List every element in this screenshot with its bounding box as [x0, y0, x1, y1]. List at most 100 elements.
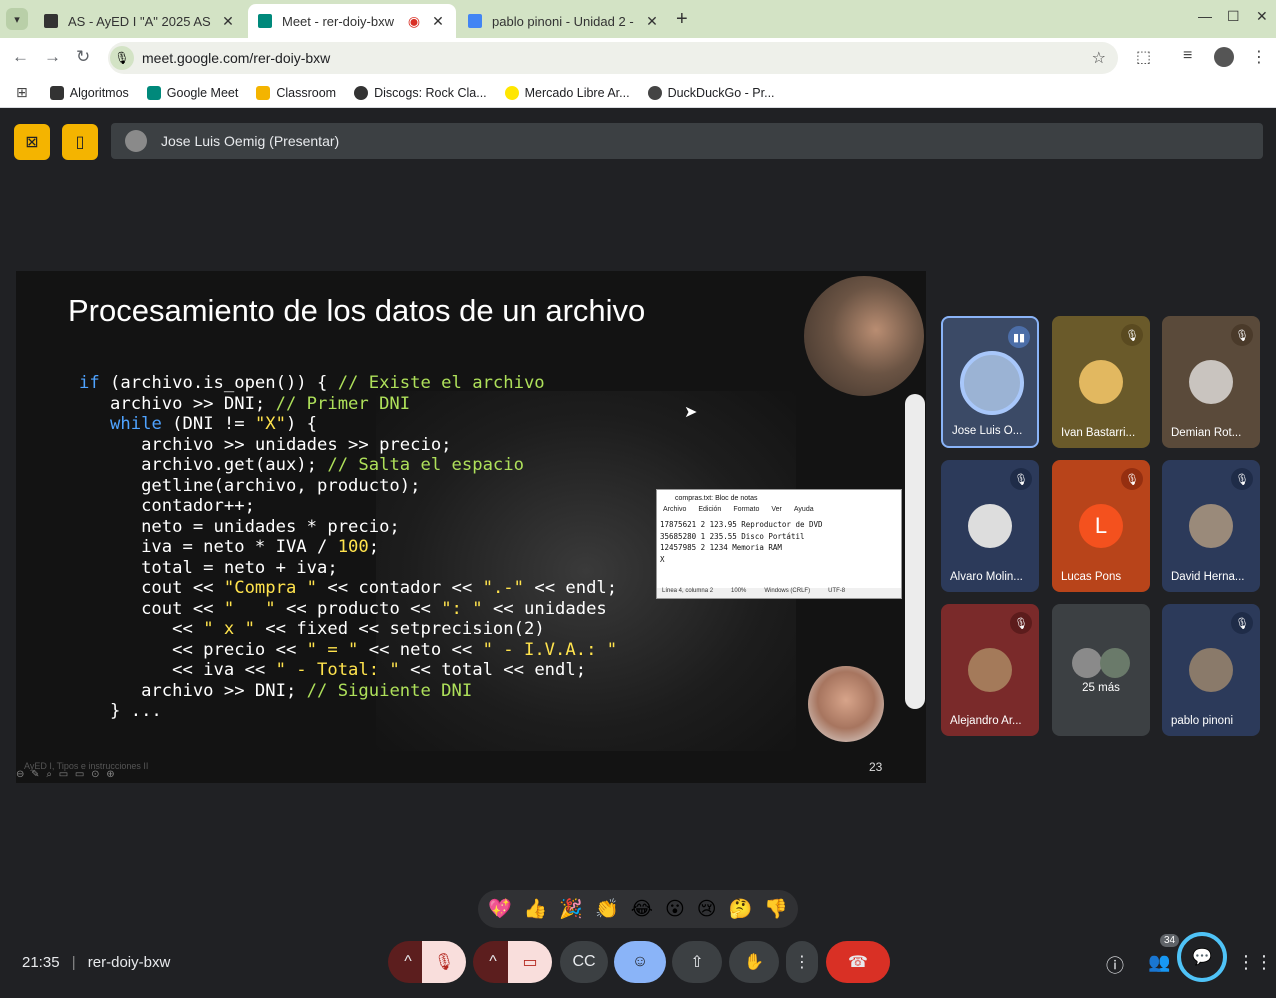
meet-icon — [146, 85, 161, 100]
avatar — [968, 648, 1012, 692]
tab-docs[interactable]: pablo pinoni - Unidad 2 - Pa ✕ — [458, 4, 670, 38]
bookmark-algoritmos[interactable]: Algoritmos — [49, 85, 129, 100]
meeting-details-icon[interactable]: ⓘ — [1106, 952, 1124, 978]
bookmarks-bar: ⊞ Algoritmos Google Meet Classroom Disco… — [0, 78, 1276, 108]
avatar — [1100, 648, 1130, 678]
people-count-badge: 34 — [1160, 934, 1180, 947]
code-line: while (DNI != "X") { — [110, 414, 318, 434]
code-line: } ... — [79, 701, 162, 721]
code-line: archivo >> DNI; // Siguiente DNI — [79, 680, 473, 701]
media-icon[interactable]: ≡ — [1183, 47, 1192, 65]
avatar: L — [1079, 504, 1123, 548]
reload-icon[interactable]: ↻ — [76, 47, 90, 67]
avatar — [1189, 648, 1233, 692]
classroom-icon — [49, 85, 64, 100]
avatar — [1079, 360, 1123, 404]
duckduckgo-icon — [647, 85, 662, 100]
participant-tile-more[interactable]: 25 más — [1052, 604, 1150, 736]
emoji-icon[interactable]: ☺ — [614, 941, 666, 983]
participant-tile[interactable]: 🎙 Alejandro Ar... — [941, 604, 1039, 736]
reaction-heart[interactable]: 💖 — [488, 897, 512, 921]
reaction-surprised[interactable]: 😮 — [665, 898, 685, 921]
avatar — [968, 504, 1012, 548]
forward-icon[interactable]: → — [44, 47, 61, 67]
mic-off-icon: 🎙 — [1231, 612, 1253, 634]
tab-search-icon[interactable]: ▾ — [6, 8, 28, 30]
participant-tile[interactable]: ▮▮ Jose Luis O... — [941, 316, 1039, 448]
close-icon[interactable]: ✕ — [430, 13, 446, 30]
mic-off-icon: 🎙 — [1231, 468, 1253, 490]
mic-site-icon[interactable]: 🎙 — [110, 46, 134, 70]
video-options-icon[interactable]: ^ — [473, 941, 513, 983]
activities-icon[interactable]: ⋮⋮ — [1237, 952, 1273, 973]
reaction-thumbs-up[interactable]: 👍 — [524, 897, 548, 921]
speaking-icon: ▮▮ — [1008, 326, 1030, 348]
maximize-icon[interactable]: ☐ — [1227, 8, 1240, 25]
address-bar[interactable]: 🎙 meet.google.com/rer-doiy-bxw ☆ — [108, 42, 1118, 74]
bookmark-duckduckgo[interactable]: DuckDuckGo - Pr... — [647, 85, 775, 100]
bookmark-classroom[interactable]: Classroom — [256, 85, 336, 100]
mic-off-icon[interactable]: 🎙 — [422, 941, 466, 983]
annotation-toolbar — [905, 394, 925, 709]
reaction-thinking[interactable]: 🤔 — [729, 897, 753, 921]
tab-meet[interactable]: Meet - rer-doiy-bxw ◉ ✕ — [248, 4, 456, 38]
reaction-thumbs-down[interactable]: 👎 — [764, 897, 788, 921]
people-icon[interactable]: 👥 — [1148, 952, 1170, 973]
new-tab-icon[interactable]: + — [676, 8, 688, 31]
classroom-icon — [256, 85, 271, 100]
avatar — [1189, 360, 1233, 404]
code-line: archivo >> DNI; // Primer DNI — [79, 393, 411, 414]
slide-controls: ⊖ ✎ ⌕ ▭ ▭ ⊙ ⊕ — [16, 769, 117, 780]
code-line: << precio << " = " << neto << " - I.V.A.… — [79, 639, 618, 660]
tab-ayed[interactable]: AS - AyED I "A" 2025 AS - Al ✕ — [34, 4, 246, 38]
participant-tile[interactable]: 🎙 Demian Rot... — [1162, 316, 1260, 448]
presenter-avatar — [125, 130, 147, 152]
chat-icon[interactable]: 💬 — [1177, 932, 1227, 982]
code-line: total = neto + iva; — [79, 557, 338, 578]
slide-number: 23 — [869, 760, 883, 774]
participant-tile[interactable]: 🎙 Alvaro Molin... — [941, 460, 1039, 592]
participant-tile[interactable]: 🎙 Ivan Bastarri... — [1052, 316, 1150, 448]
classroom-icon — [44, 14, 58, 28]
code-line: getline(archivo, producto); — [79, 475, 421, 496]
window-close-icon[interactable]: ✕ — [1256, 8, 1268, 25]
reaction-sad[interactable]: 😢 — [697, 898, 717, 921]
raise-hand-icon[interactable]: ✋ — [729, 941, 779, 983]
leave-call-icon[interactable]: ☎ — [826, 941, 890, 983]
extensions-icon[interactable]: ⬚ — [1136, 47, 1151, 67]
notepad-menu: Archivo Edición Formato Ver Ayuda — [663, 506, 814, 513]
mic-off-icon: 🎙 — [1010, 468, 1032, 490]
reaction-laugh[interactable]: 😂 — [631, 898, 653, 921]
menu-icon[interactable]: ⋮ — [1251, 47, 1267, 67]
present-screen-icon[interactable]: ⇧ — [672, 941, 722, 983]
browser-tab-bar: ▾ AS - AyED I "A" 2025 AS - Al ✕ Meet - … — [0, 0, 1276, 38]
minimize-icon[interactable]: — — [1198, 8, 1212, 24]
close-icon[interactable]: ✕ — [220, 13, 236, 30]
slide-title: Procesamiento de los datos de un archivo — [68, 293, 646, 328]
meet-icon — [258, 14, 272, 28]
apps-icon[interactable]: ⊞ — [16, 84, 28, 101]
back-icon[interactable]: ← — [12, 47, 29, 67]
reaction-party[interactable]: 🎉 — [559, 897, 583, 921]
avatar — [1072, 648, 1102, 678]
bookmark-star-icon[interactable]: ☆ — [1092, 48, 1106, 68]
code-line: cout << " " << producto << ": " << unida… — [79, 598, 607, 619]
mouse-cursor: ➤ — [684, 404, 698, 421]
bookmark-google-meet[interactable]: Google Meet — [146, 85, 238, 100]
layout-icon[interactable]: ▯ — [62, 124, 98, 160]
close-icon[interactable]: ✕ — [644, 13, 660, 30]
participant-tile[interactable]: 🎙 David Herna... — [1162, 460, 1260, 592]
profile-avatar[interactable] — [1214, 47, 1234, 67]
participant-tile[interactable]: 🎙 L Lucas Pons — [1052, 460, 1150, 592]
more-options-icon[interactable]: ⋮ — [786, 941, 818, 983]
code-line: archivo >> unidades >> precio; — [79, 434, 452, 455]
participant-tile[interactable]: 🎙 pablo pinoni — [1162, 604, 1260, 736]
stop-presenting-icon[interactable]: ⊠ — [14, 124, 50, 160]
docs-icon — [468, 14, 482, 28]
avatar — [1189, 504, 1233, 548]
reaction-clap[interactable]: 👏 — [595, 897, 619, 921]
bookmark-mercadolibre[interactable]: Mercado Libre Ar... — [504, 85, 630, 100]
camera-off-icon[interactable]: ▭ — [508, 941, 552, 983]
captions-icon[interactable]: CC — [560, 941, 608, 983]
bookmark-discogs[interactable]: Discogs: Rock Cla... — [354, 85, 487, 100]
